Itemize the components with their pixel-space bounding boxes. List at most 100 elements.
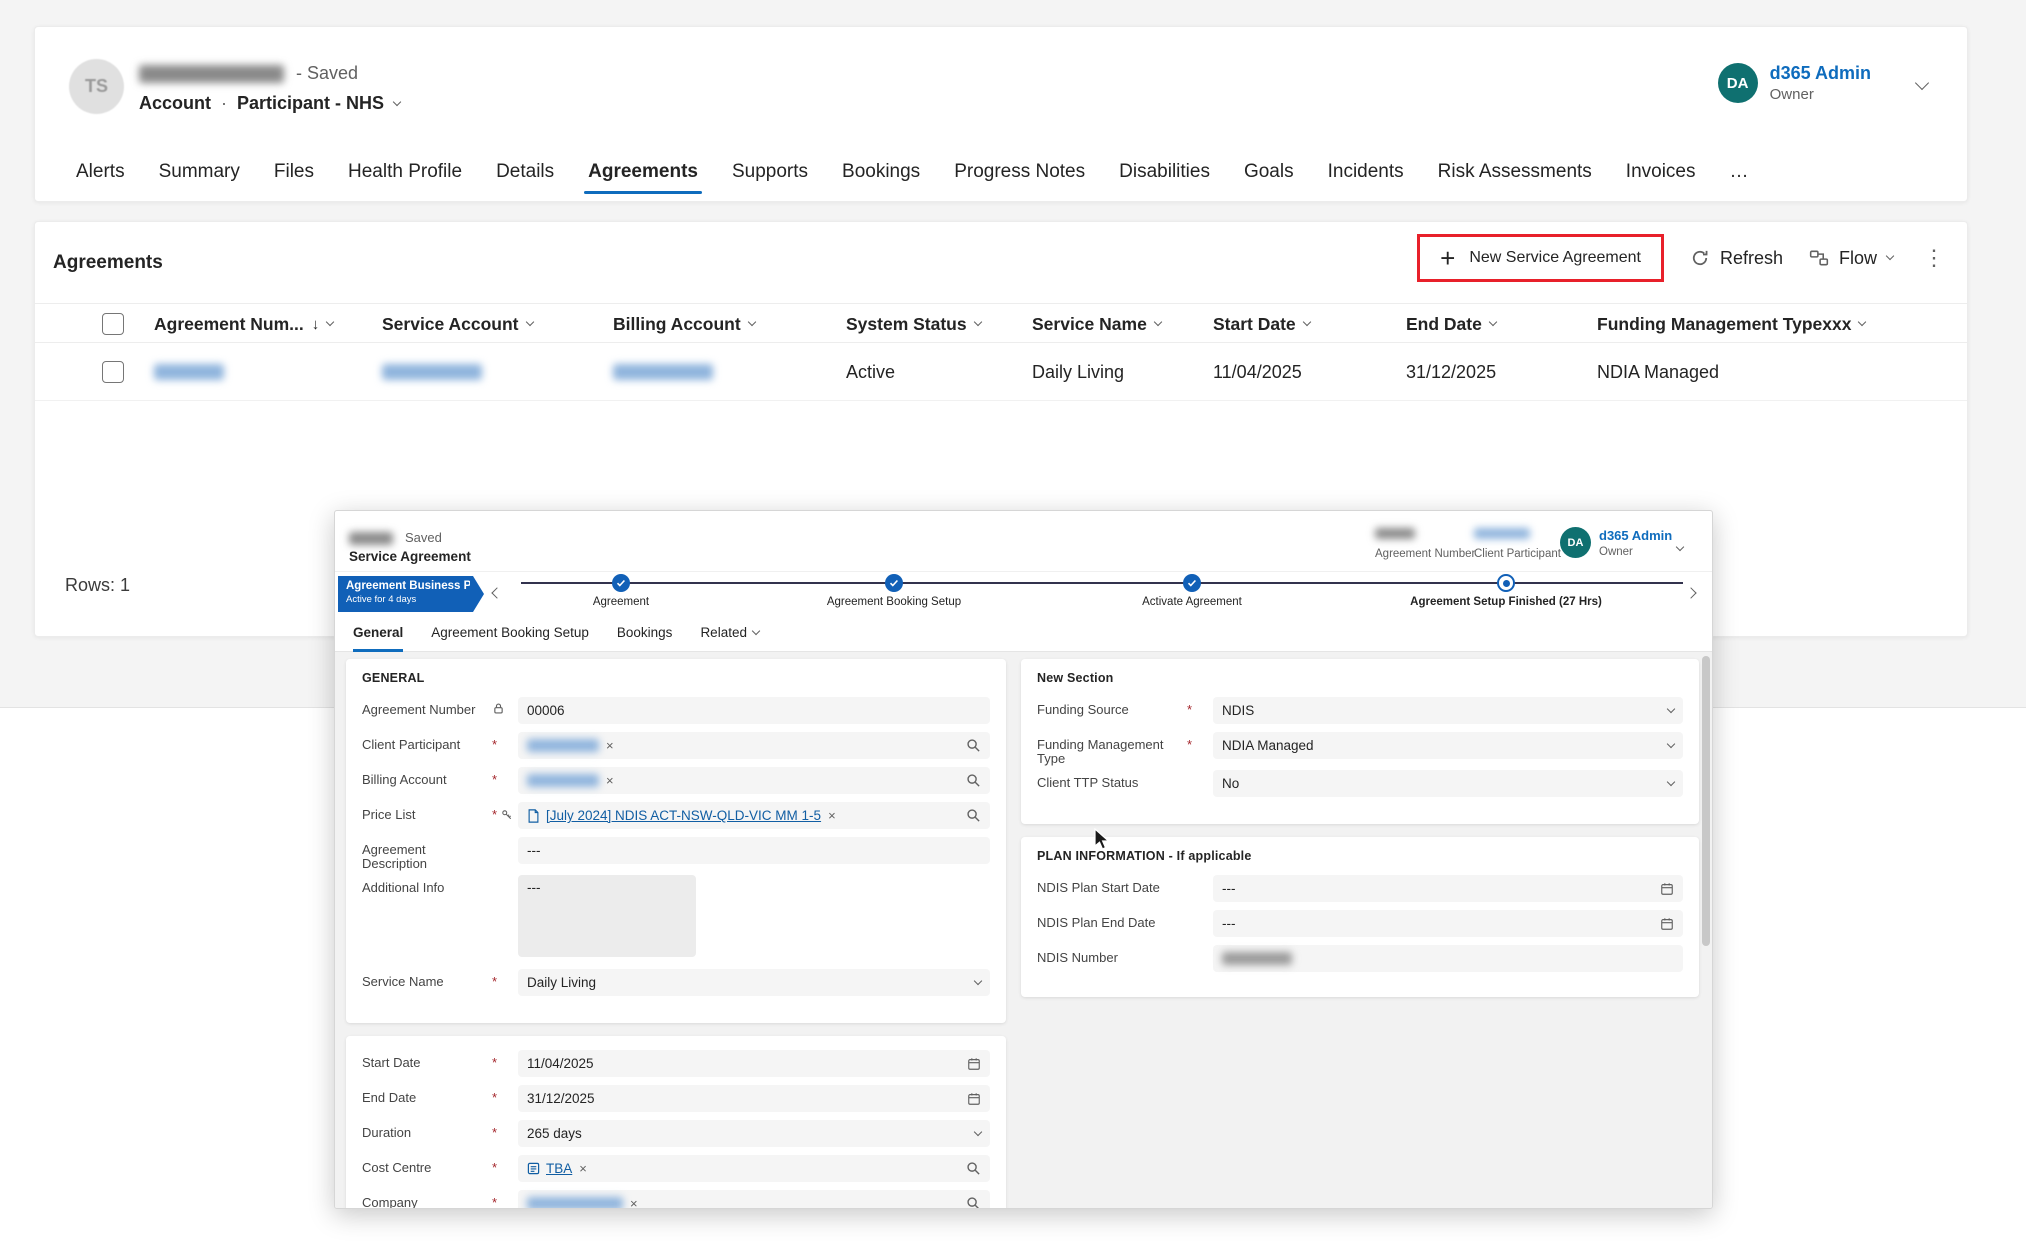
calendar-icon[interactable] <box>1660 882 1674 896</box>
more-commands-button[interactable]: ⋮ <box>1919 245 1949 271</box>
header-field-client-participant[interactable]: Client Participant <box>1474 528 1561 562</box>
company-lookup[interactable]: × <box>518 1190 990 1209</box>
tab-health-profile[interactable]: Health Profile <box>331 143 479 201</box>
remove-value-icon[interactable]: × <box>579 1161 587 1176</box>
search-icon[interactable] <box>966 1161 981 1176</box>
row-checkbox[interactable] <box>102 343 124 401</box>
column-system-status[interactable]: System Status <box>846 304 981 344</box>
tab-progress-notes[interactable]: Progress Notes <box>937 143 1102 201</box>
bpf-stage-activate-complete-icon[interactable] <box>1183 574 1201 592</box>
additional-info-textarea[interactable]: --- <box>518 875 696 957</box>
start-date-input[interactable]: 11/04/2025 <box>518 1050 990 1077</box>
bpf-label-activate-agreement[interactable]: Activate Agreement <box>1062 596 1322 608</box>
cell-agreement-number-redacted[interactable] <box>154 343 224 401</box>
tab-more-ellipsis[interactable]: … <box>1713 143 1766 201</box>
search-icon[interactable] <box>966 1196 981 1209</box>
table-row[interactable]: Active Daily Living 11/04/2025 31/12/202… <box>35 343 1967 401</box>
search-icon[interactable] <box>966 773 981 788</box>
bpf-label-agreement[interactable]: Agreement <box>491 596 751 608</box>
column-billing-account[interactable]: Billing Account <box>613 304 755 344</box>
dialog-tab-bookings[interactable]: Bookings <box>617 614 673 652</box>
client-participant-lookup[interactable]: × <box>518 732 990 759</box>
dialog-tab-related[interactable]: Related <box>700 614 759 652</box>
tab-bookings[interactable]: Bookings <box>825 143 937 201</box>
dialog-tab-agreement-booking-setup[interactable]: Agreement Booking Setup <box>431 614 589 652</box>
ndis-number-input[interactable] <box>1213 945 1683 972</box>
bpf-scroll-right-button[interactable] <box>1687 584 1703 600</box>
owner-name[interactable]: d365 Admin <box>1770 63 1871 83</box>
agreement-description-input[interactable]: --- <box>518 837 990 864</box>
scrollbar-thumb[interactable] <box>1702 656 1710 946</box>
price-list-link[interactable]: [July 2024] NDIS ACT-NSW-QLD-VIC MM 1-5 <box>546 808 821 823</box>
end-date-input[interactable]: 31/12/2025 <box>518 1085 990 1112</box>
refresh-button[interactable]: Refresh <box>1690 248 1783 269</box>
bpf-active-stage-pill[interactable]: Agreement Business Pro... Active for 4 d… <box>338 576 484 612</box>
tab-files[interactable]: Files <box>257 143 331 201</box>
calendar-icon[interactable] <box>1660 917 1674 931</box>
tab-supports[interactable]: Supports <box>715 143 825 201</box>
field-ndis-number: NDIS Number <box>1037 943 1683 978</box>
calendar-icon[interactable] <box>967 1057 981 1071</box>
field-ndis-plan-end-date: NDIS Plan End Date --- <box>1037 908 1683 943</box>
cell-billing-account-redacted[interactable] <box>613 343 713 401</box>
funding-management-type-dropdown[interactable]: NDIA Managed <box>1213 732 1683 759</box>
remove-value-icon[interactable]: × <box>606 773 614 788</box>
tab-details[interactable]: Details <box>479 143 571 201</box>
funding-source-dropdown[interactable]: NDIS <box>1213 697 1683 724</box>
search-icon[interactable] <box>966 808 981 823</box>
chevron-down-icon[interactable] <box>1677 537 1683 555</box>
column-service-name[interactable]: Service Name <box>1032 304 1161 344</box>
dialog-owner-name[interactable]: d365 Admin <box>1599 528 1672 543</box>
cost-centre-lookup[interactable]: TBA × <box>518 1155 990 1182</box>
dialog-scrollbar[interactable] <box>1702 656 1710 1204</box>
duration-dropdown[interactable]: 265 days <box>518 1120 990 1147</box>
record-header-card: TS - Saved Account · Participant - NHS A… <box>34 26 1968 202</box>
flow-button[interactable]: Flow <box>1809 248 1893 269</box>
header-collapse-button[interactable] <box>1917 75 1927 93</box>
bpf-stage-agreement-complete-icon[interactable] <box>612 574 630 592</box>
column-end-date[interactable]: End Date <box>1406 304 1496 344</box>
company-value-redacted[interactable] <box>527 1197 623 1209</box>
tab-disabilities[interactable]: Disabilities <box>1102 143 1227 201</box>
cell-service-account-redacted[interactable] <box>382 343 482 401</box>
tab-incidents[interactable]: Incidents <box>1311 143 1421 201</box>
required-marker: * <box>492 1160 497 1175</box>
bpf-label-agreement-booking-setup[interactable]: Agreement Booking Setup <box>764 596 1024 608</box>
ndis-plan-start-date-input[interactable]: --- <box>1213 875 1683 902</box>
column-start-date[interactable]: Start Date <box>1213 304 1310 344</box>
form-selector[interactable]: Participant - NHS <box>237 93 384 114</box>
entity-icon <box>527 1162 540 1175</box>
service-name-dropdown[interactable]: Daily Living <box>518 969 990 996</box>
bpf-stage-booking-setup-complete-icon[interactable] <box>885 574 903 592</box>
tab-agreements[interactable]: Agreements <box>571 143 715 201</box>
tab-summary[interactable]: Summary <box>142 143 257 201</box>
tab-invoices[interactable]: Invoices <box>1609 143 1713 201</box>
client-ttp-status-dropdown[interactable]: No <box>1213 770 1683 797</box>
calendar-icon[interactable] <box>967 1092 981 1106</box>
select-all-checkbox[interactable] <box>102 304 124 344</box>
remove-value-icon[interactable]: × <box>828 808 836 823</box>
bpf-stage-finished-current-icon[interactable] <box>1497 574 1515 592</box>
billing-account-lookup[interactable]: × <box>518 767 990 794</box>
column-agreement-number[interactable]: Agreement Num...↓ <box>154 304 333 344</box>
client-participant-value-redacted[interactable] <box>1474 528 1530 539</box>
plan-information-title: PLAN INFORMATION - If applicable <box>1037 849 1683 863</box>
client-participant-value-redacted[interactable] <box>527 739 599 752</box>
price-list-lookup[interactable]: [July 2024] NDIS ACT-NSW-QLD-VIC MM 1-5 … <box>518 802 990 829</box>
tab-risk-assessments[interactable]: Risk Assessments <box>1421 143 1609 201</box>
owner-widget[interactable]: DA d365 Admin Owner <box>1718 63 1871 103</box>
dialog-tab-general[interactable]: General <box>353 614 403 652</box>
chevron-down-icon[interactable] <box>393 97 401 105</box>
column-funding-management-type[interactable]: Funding Management Typexxx <box>1597 304 1865 344</box>
new-service-agreement-button[interactable]: + New Service Agreement <box>1417 234 1664 282</box>
bpf-label-agreement-setup-finished[interactable]: Agreement Setup Finished (27 Hrs) <box>1376 596 1636 608</box>
cost-centre-link[interactable]: TBA <box>546 1161 572 1176</box>
column-service-account[interactable]: Service Account <box>382 304 533 344</box>
search-icon[interactable] <box>966 738 981 753</box>
remove-value-icon[interactable]: × <box>606 738 614 753</box>
ndis-plan-end-date-input[interactable]: --- <box>1213 910 1683 937</box>
tab-alerts[interactable]: Alerts <box>59 143 142 201</box>
remove-value-icon[interactable]: × <box>630 1196 638 1209</box>
tab-goals[interactable]: Goals <box>1227 143 1311 201</box>
billing-account-value-redacted[interactable] <box>527 774 599 787</box>
